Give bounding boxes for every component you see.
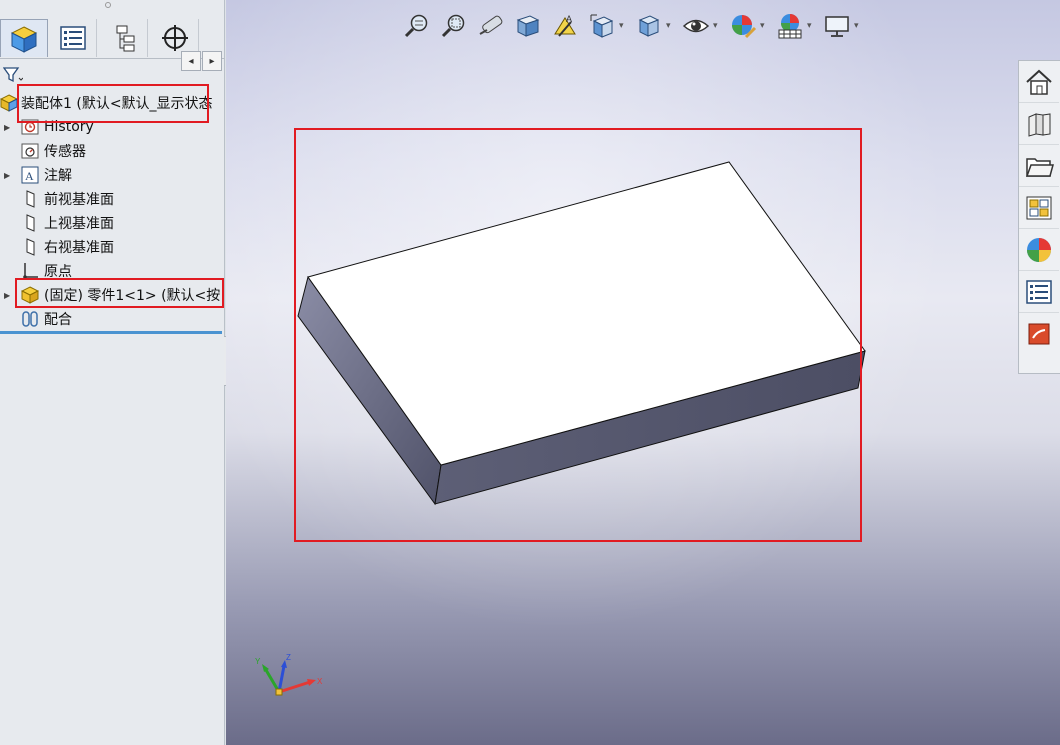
view-orientation-button[interactable]	[587, 11, 617, 41]
panel-grip[interactable]	[105, 2, 111, 8]
origin-icon	[21, 262, 39, 280]
part-icon	[21, 286, 39, 304]
hide-show-items-button[interactable]	[681, 11, 711, 41]
hide-show-items-icon	[682, 19, 710, 33]
apply-scene-icon	[778, 14, 802, 39]
apply-scene-button[interactable]	[775, 11, 805, 41]
edit-appearance-button[interactable]	[728, 11, 758, 41]
tree-root-label: 装配体1 (默认<默认_显示状态	[21, 96, 213, 112]
expand-arrow-icon[interactable]: ▶	[4, 291, 10, 300]
sensor-icon	[21, 142, 39, 160]
tree-item-front-plane[interactable]: 前视基准面	[0, 188, 224, 210]
previous-view-icon	[479, 15, 503, 35]
tree-item-label: 前视基准面	[44, 192, 114, 208]
property-manager-icon	[59, 26, 86, 50]
tree-item-top-plane[interactable]: 上视基准面	[0, 212, 224, 234]
zoom-to-fit-button[interactable]	[402, 11, 432, 41]
plane-icon	[21, 190, 39, 208]
dimxpert-icon	[161, 25, 188, 51]
design-library-icon	[1028, 112, 1051, 137]
edit-appearance-icon	[732, 15, 757, 39]
appearances-scenes-icon	[1027, 237, 1051, 262]
view-orientation-icon	[590, 14, 614, 38]
view-settings-button[interactable]	[822, 11, 852, 41]
plane-icon	[21, 238, 39, 256]
svg-text:A: A	[25, 169, 34, 183]
view-palette-icon	[1026, 196, 1052, 219]
tree-filter[interactable]	[0, 62, 224, 87]
tree-item-right-plane[interactable]: 右视基准面	[0, 236, 224, 258]
task-pane-solidworks-forum[interactable]	[1019, 313, 1059, 355]
tree-item-label: 注解	[44, 168, 72, 184]
tree-divider	[0, 331, 222, 334]
tree-item-sensors[interactable]: 传感器	[0, 140, 224, 162]
view-orientation-caret-icon[interactable]: ▾	[619, 21, 628, 31]
view-settings-icon	[825, 16, 849, 37]
edit-appearance-caret-icon[interactable]: ▾	[760, 21, 769, 31]
graphics-area[interactable]: A ▾ ▾ ▾ ▾ ▾ ▾ Y Z X	[226, 0, 1060, 745]
tree-item-label: 传感器	[44, 144, 86, 160]
display-style-caret-icon[interactable]: ▾	[666, 21, 675, 31]
triad-z-label: Z	[286, 653, 291, 662]
mates-icon	[21, 310, 39, 328]
tree-item-origin[interactable]: 原点	[0, 260, 224, 282]
tree-item-annotations[interactable]: ▶ A 注解	[0, 164, 224, 186]
manager-tabs: ◂ ▸	[0, 15, 224, 71]
feature-manager-panel: ◂ ▸ 装配体1 (默认<默认_显示状态 ▶ History 传感器 ▶ A 注…	[0, 0, 225, 745]
tab-feature-manager[interactable]	[0, 19, 48, 57]
tree-item-history[interactable]: ▶ History	[0, 116, 224, 138]
plane-icon	[21, 214, 39, 232]
task-pane-view-palette[interactable]	[1019, 187, 1059, 229]
previous-view-button[interactable]	[476, 11, 506, 41]
task-pane-design-library[interactable]	[1019, 103, 1059, 145]
task-pane-appearances-scenes[interactable]	[1019, 229, 1059, 271]
triad-y-label: Y	[255, 657, 261, 666]
configuration-manager-icon	[116, 25, 134, 52]
history-icon	[21, 118, 39, 136]
dynamic-annotation-button[interactable]: A	[550, 11, 580, 41]
task-pane	[1018, 60, 1060, 374]
heads-up-view-toolbar: A ▾ ▾ ▾ ▾ ▾ ▾	[402, 8, 869, 44]
file-explorer-icon	[1025, 157, 1054, 177]
tree-item-label: 上视基准面	[44, 216, 114, 232]
expand-arrow-icon[interactable]: ▶	[4, 171, 10, 180]
display-style-button[interactable]	[634, 11, 664, 41]
tree-root-assembly[interactable]: 装配体1 (默认<默认_显示状态	[0, 92, 224, 114]
tab-property-manager[interactable]	[49, 19, 97, 57]
dynamic-annotation-icon: A	[554, 14, 576, 37]
zoom-to-fit-icon	[404, 14, 428, 38]
svg-text:A: A	[566, 14, 572, 24]
task-pane-custom-properties[interactable]	[1019, 271, 1059, 313]
tree-item-label: 原点	[44, 264, 72, 280]
tree-item-part1[interactable]: ▶ (固定) 零件1<1> (默认<按	[0, 284, 224, 306]
triad-x-label: X	[317, 677, 323, 686]
section-view-icon	[516, 15, 540, 37]
task-pane-file-explorer[interactable]	[1019, 145, 1059, 187]
filter-icon	[3, 67, 23, 83]
model-view	[294, 128, 866, 542]
solidworks-forum-icon	[1028, 323, 1050, 345]
section-view-button[interactable]	[513, 11, 543, 41]
assembly-icon	[0, 94, 18, 112]
zoom-to-area-icon	[441, 14, 465, 38]
display-style-icon	[638, 15, 660, 37]
annotation-icon: A	[21, 166, 39, 184]
solidworks-resources-icon	[1026, 69, 1052, 95]
tree-item-mates[interactable]: 配合	[0, 308, 224, 330]
expand-arrow-icon[interactable]: ▶	[4, 123, 10, 132]
coordinate-triad: Y Z X	[255, 653, 323, 696]
hide-show-caret-icon[interactable]: ▾	[713, 21, 722, 31]
zoom-to-area-button[interactable]	[439, 11, 469, 41]
custom-properties-icon	[1026, 279, 1052, 304]
view-settings-caret-icon[interactable]: ▾	[854, 21, 863, 31]
tree-item-label: (固定) 零件1<1> (默认<按	[44, 288, 221, 304]
tree-item-label: 右视基准面	[44, 240, 114, 256]
feature-manager-icon	[10, 25, 38, 53]
tab-configuration-manager[interactable]	[100, 19, 148, 57]
tree-item-label: 配合	[44, 312, 72, 328]
task-pane-solidworks-resources[interactable]	[1019, 61, 1059, 103]
apply-scene-caret-icon[interactable]: ▾	[807, 21, 816, 31]
tree-item-label: History	[44, 119, 94, 135]
